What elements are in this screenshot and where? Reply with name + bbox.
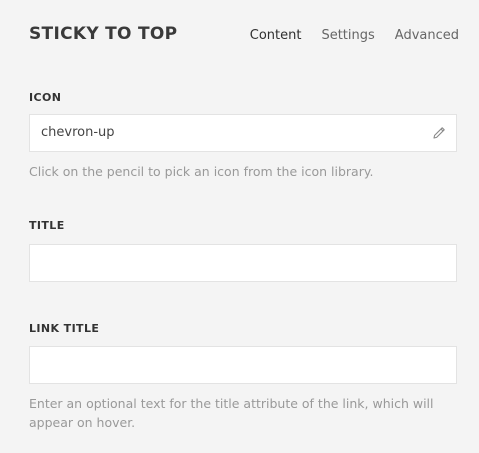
panel-header: STICKY TO TOP Content Settings Advanced	[29, 22, 459, 48]
icon-help-text: Click on the pencil to pick an icon from…	[29, 164, 374, 179]
link-title-help-text: Enter an optional text for the title att…	[29, 396, 434, 430]
icon-field-value: chevron-up	[41, 125, 115, 140]
title-input[interactable]	[29, 244, 457, 282]
icon-label: ICON	[29, 91, 62, 104]
panel-title: STICKY TO TOP	[29, 24, 178, 44]
icon-field[interactable]: chevron-up	[29, 114, 457, 152]
pencil-icon[interactable]	[431, 125, 447, 141]
link-title-input[interactable]	[29, 346, 457, 384]
tab-bar: Content Settings Advanced	[250, 28, 459, 43]
tab-advanced[interactable]: Advanced	[395, 28, 459, 43]
tab-content[interactable]: Content	[250, 28, 302, 43]
link-title-label: LINK TITLE	[29, 322, 100, 335]
tab-settings[interactable]: Settings	[321, 28, 374, 43]
title-label: TITLE	[29, 219, 65, 232]
